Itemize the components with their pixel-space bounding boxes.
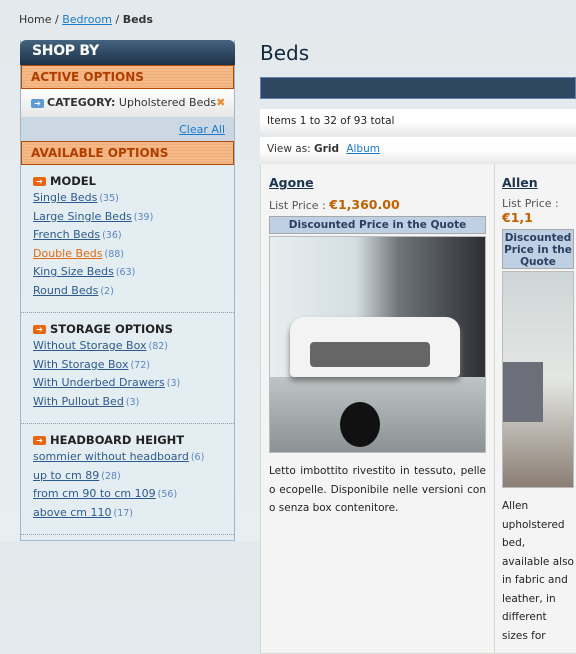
filter-option: Without Storage Box (82) bbox=[33, 339, 234, 358]
product-grid: Agone List Price : €1,360.00 Discounted … bbox=[260, 164, 576, 654]
filter-option-count: (6) bbox=[190, 452, 205, 463]
filter-option-link[interactable]: Single Beds bbox=[33, 191, 97, 204]
page-title: Beds bbox=[260, 41, 310, 65]
shop-by-title: SHOP BY bbox=[20, 40, 235, 65]
section-title-text: MODEL bbox=[50, 174, 96, 188]
clear-all-link[interactable]: Clear All bbox=[179, 123, 225, 136]
filter-option: Large Single Beds (39) bbox=[33, 210, 234, 229]
filter-sections: ➔ MODEL Single Beds (35) Large Single Beds (3… bbox=[21, 165, 234, 535]
product-card: Agone List Price : €1,360.00 Discounted … bbox=[261, 164, 495, 654]
product-name[interactable]: Agone bbox=[269, 175, 314, 190]
filter-option-count: (63) bbox=[115, 267, 136, 278]
filter-option: King Size Beds (63) bbox=[33, 265, 234, 284]
filter-option-link[interactable]: from cm 90 to cm 109 bbox=[33, 487, 156, 500]
filter-option-count: (36) bbox=[102, 230, 122, 241]
pager: Items 1 to 32 of 93 total bbox=[260, 109, 576, 135]
main-content: Beds Items 1 to 32 of 93 total View as: … bbox=[260, 40, 576, 654]
breadcrumb-current: Beds bbox=[122, 13, 153, 26]
filter-option-link[interactable]: French Beds bbox=[33, 228, 100, 241]
filter-option-link[interactable]: Double Beds bbox=[33, 247, 103, 260]
arrow-right-icon: ➔ bbox=[33, 436, 46, 445]
view-grid: Grid bbox=[314, 143, 339, 155]
product-description: Allen upholstered bed, available also in… bbox=[502, 500, 574, 642]
filter-option: With Underbed Drawers (3) bbox=[33, 376, 234, 395]
filter-option-link[interactable]: above cm 110 bbox=[33, 506, 111, 519]
discount-badge: Discounted Price in the Quote bbox=[502, 229, 574, 269]
active-options-header: ACTIVE OPTIONS bbox=[21, 65, 234, 89]
available-options-header: AVAILABLE OPTIONS bbox=[21, 141, 234, 165]
filter-option-link[interactable]: sommier without headboard bbox=[33, 450, 189, 463]
filter-option-count: (2) bbox=[100, 285, 114, 297]
filter-section-title: ➔ STORAGE OPTIONS bbox=[33, 322, 234, 336]
filter-option-link[interactable]: King Size Beds bbox=[33, 265, 114, 278]
list-price: List Price : €1,360.00 bbox=[269, 197, 486, 212]
filter-option-count: (88) bbox=[104, 248, 125, 260]
filter-option: from cm 90 to cm 109 (56) bbox=[33, 487, 234, 506]
view-album-link[interactable]: Album bbox=[346, 143, 380, 155]
filter-section-title: ➔ HEADBOARD HEIGHT bbox=[33, 433, 234, 447]
breadcrumb-sep: / bbox=[115, 13, 120, 26]
arrow-right-icon: ➔ bbox=[31, 98, 44, 108]
filter-option-link[interactable]: up to cm 89 bbox=[33, 469, 99, 482]
filter-option-link[interactable]: With Underbed Drawers bbox=[33, 376, 165, 389]
filter-option: French Beds (36) bbox=[33, 228, 234, 247]
filter-option-link[interactable]: With Storage Box bbox=[33, 358, 128, 371]
remove-filter-icon[interactable]: ✖ bbox=[216, 96, 225, 109]
list-price: List Price : €1,1 bbox=[502, 197, 574, 225]
breadcrumb-bedroom[interactable]: Bedroom bbox=[62, 13, 112, 26]
filter-option: With Storage Box (72) bbox=[33, 358, 234, 377]
filter-option-count: (35) bbox=[99, 193, 119, 204]
breadcrumb-sep: / bbox=[54, 13, 59, 26]
filter-option: Round Beds (2) bbox=[33, 284, 234, 303]
clear-all-row: Clear All bbox=[21, 117, 234, 141]
view-mode: View as: Grid Album bbox=[260, 137, 576, 164]
filter-label: CATEGORY: bbox=[47, 96, 116, 109]
filter-section-title: ➔ MODEL bbox=[33, 174, 234, 188]
view-as-label: View as: bbox=[267, 143, 311, 155]
filter-option: up to cm 89 (28) bbox=[33, 469, 234, 488]
breadcrumb-home[interactable]: Home bbox=[19, 13, 51, 26]
price-label: List Price : bbox=[502, 197, 559, 210]
section-title-text: STORAGE OPTIONS bbox=[50, 322, 173, 336]
filter-option: Double Beds (88) bbox=[33, 247, 234, 266]
filter-option-count: (39) bbox=[133, 211, 154, 223]
active-filter: ➔ CATEGORY: Upholstered Beds✖ bbox=[21, 89, 234, 117]
product-image[interactable] bbox=[269, 236, 486, 453]
discount-badge: Discounted Price in the Quote bbox=[269, 216, 486, 234]
filter-option-count: (82) bbox=[148, 341, 168, 352]
product-image[interactable] bbox=[502, 271, 574, 488]
filter-option-count: (17) bbox=[113, 507, 133, 519]
filter-option-count: (72) bbox=[130, 359, 150, 371]
filter-section: ➔ MODEL Single Beds (35) Large Single Beds (3… bbox=[21, 165, 234, 313]
price-label: List Price : bbox=[269, 199, 326, 212]
section-title-text: HEADBOARD HEIGHT bbox=[50, 433, 185, 447]
filter-option-count: (3) bbox=[166, 378, 181, 389]
filter-option-link[interactable]: Round Beds bbox=[33, 284, 98, 297]
arrow-right-icon: ➔ bbox=[33, 325, 46, 334]
sidebar: SHOP BY ACTIVE OPTIONS ➔ CATEGORY: Uphols… bbox=[20, 40, 235, 541]
filter-section: ➔ HEADBOARD HEIGHT sommier without headboa… bbox=[21, 424, 234, 535]
filter-option: With Pullout Bed (3) bbox=[33, 395, 234, 414]
product-name[interactable]: Allen bbox=[502, 175, 538, 190]
filter-section: ➔ STORAGE OPTIONS Without Storage Box (82) W… bbox=[21, 313, 234, 424]
filter-option-link[interactable]: Large Single Beds bbox=[33, 210, 132, 223]
price-value: €1,1 bbox=[502, 210, 533, 225]
filter-option-link[interactable]: Without Storage Box bbox=[33, 339, 146, 352]
filter-option-count: (3) bbox=[125, 396, 140, 408]
filter-option: sommier without headboard (6) bbox=[33, 450, 234, 469]
filter-value: Upholstered Beds bbox=[118, 96, 217, 109]
breadcrumb: Home / Bedroom / Beds bbox=[19, 13, 153, 26]
arrow-right-icon: ➔ bbox=[33, 177, 46, 186]
price-value: €1,360.00 bbox=[329, 197, 400, 212]
filter-option-link[interactable]: With Pullout Bed bbox=[33, 395, 124, 408]
filter-option: Single Beds (35) bbox=[33, 191, 234, 210]
product-description: Letto imbottito rivestito in tessuto, pe… bbox=[269, 465, 486, 514]
filter-option: above cm 110 (17) bbox=[33, 506, 234, 525]
filter-option-count: (28) bbox=[101, 470, 121, 482]
header-bar bbox=[260, 77, 576, 99]
product-card: Allen List Price : €1,1 Discounted Price… bbox=[495, 164, 576, 654]
filter-option-count: (56) bbox=[157, 489, 178, 500]
